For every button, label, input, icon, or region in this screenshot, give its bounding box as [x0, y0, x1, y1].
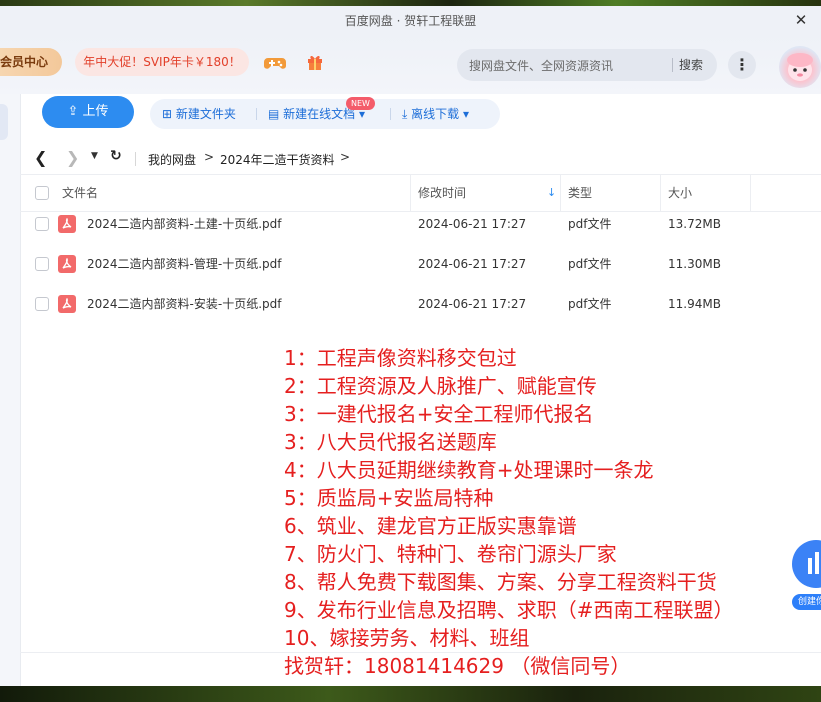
avatar[interactable]: [779, 46, 821, 88]
toolbar-divider: [256, 108, 257, 120]
overlay-line: 6、筑业、建龙官方正版实惠靠谱: [284, 514, 577, 538]
offline-download-button[interactable]: ⤓ 离线下载 ▾: [402, 99, 469, 129]
refresh-icon[interactable]: ↻: [110, 148, 122, 164]
row-checkbox[interactable]: [35, 297, 49, 311]
file-type: pdf文件: [568, 217, 612, 231]
vip-center-button[interactable]: 会员中心: [0, 48, 63, 76]
pdf-file-icon: [58, 255, 76, 273]
overlay-line: 7、防火门、特种门、卷帘门源头厂家: [284, 542, 617, 566]
breadcrumb-root[interactable]: 我的网盘: [148, 151, 196, 168]
pdf-file-icon: [58, 295, 76, 313]
upload-button[interactable]: ⇪ 上传: [42, 96, 134, 128]
pdf-file-icon: [58, 215, 76, 233]
chevron-down-icon: ▾: [459, 107, 469, 121]
top-header: 会员中心 年中大促！SVIP年卡￥180！ 搜索 ⋮: [0, 34, 821, 94]
overlay-line: 1：工程声像资料移交包过: [284, 346, 517, 370]
sidebar: [0, 94, 21, 686]
search-divider: [672, 58, 673, 72]
window-title: 百度网盘 · 贺轩工程联盟: [344, 13, 477, 28]
desktop-wallpaper-bottom: [0, 686, 821, 702]
new-folder-label: 新建文件夹: [175, 107, 236, 121]
select-all-checkbox[interactable]: [35, 186, 49, 200]
more-menu-icon[interactable]: ⋮: [728, 51, 756, 79]
file-size: 11.94MB: [668, 297, 721, 311]
breadcrumb-separator: >: [340, 150, 351, 164]
new-folder-button[interactable]: ⊞ 新建文件夹: [162, 99, 236, 129]
search-button[interactable]: 搜索: [679, 49, 703, 81]
search-input[interactable]: [467, 49, 671, 83]
file-modified: 2024-06-21 17:27: [418, 257, 527, 271]
new-online-doc-label: 新建在线文档: [283, 107, 356, 121]
row-checkbox[interactable]: [35, 257, 49, 271]
app-window: 百度网盘 · 贺轩工程联盟 ✕ 会员中心 年中大促！SVIP年卡￥180！ 搜索: [0, 6, 821, 686]
new-badge: NEW: [346, 97, 375, 110]
file-name[interactable]: 2024二造内部资料-管理-十页纸.pdf: [87, 244, 281, 284]
toolbar-divider: [390, 108, 391, 120]
file-name[interactable]: 2024二造内部资料-土建-十页纸.pdf: [87, 204, 281, 244]
overlay-line: 4：八大员延期继续教育+处理课时一条龙: [284, 458, 654, 482]
overlay-line: 3：八大员代报名送题库: [284, 430, 497, 454]
table-row[interactable]: 2024二造内部资料-安装-十页纸.pdf 2024-06-21 17:27 p…: [20, 284, 821, 324]
back-arrow-icon[interactable]: ❮: [34, 148, 47, 167]
overlay-line: 8、帮人免费下载图集、方案、分享工程资料干货: [284, 570, 717, 594]
search-box: 搜索: [457, 49, 717, 83]
navigation-row: ❮ ❯ ▼ ↻ 我的网盘 > 2024年二造干货资料 >: [0, 144, 821, 174]
document-plus-icon: ▤: [268, 107, 284, 121]
overlay-line: 9、发布行业信息及招聘、求职（#西南工程联盟）: [284, 598, 734, 622]
overlay-line: 2：工程资源及人脉推广、赋能宣传: [284, 374, 597, 398]
overlay-line: 找贺轩：18081414629 （微信同号）: [284, 654, 631, 678]
folder-plus-icon: ⊞: [162, 107, 176, 121]
row-checkbox[interactable]: [35, 217, 49, 231]
table-row[interactable]: 2024二造内部资料-管理-十页纸.pdf 2024-06-21 17:27 p…: [20, 244, 821, 284]
floating-create-widget[interactable]: 创建你: [790, 536, 821, 616]
overlay-line: 10、嫁接劳务、材料、班组: [284, 626, 530, 650]
file-type: pdf文件: [568, 297, 612, 311]
breadcrumb-separator: >: [204, 150, 215, 164]
forward-arrow-icon[interactable]: ❯: [66, 148, 79, 167]
gamepad-icon[interactable]: [264, 54, 286, 72]
file-type: pdf文件: [568, 257, 612, 271]
sidebar-active-item[interactable]: [0, 104, 8, 140]
toolbar-group: ⊞ 新建文件夹 ▤ 新建在线文档 ▾ ⤓ 离线下载 ▾: [150, 99, 500, 129]
history-dropdown-icon[interactable]: ▼: [91, 151, 98, 161]
file-size: 13.72MB: [668, 217, 721, 231]
upload-label: 上传: [82, 104, 109, 119]
overlay-line: 3：一建代报名+安全工程师代报名: [284, 402, 594, 426]
promo-banner[interactable]: 年中大促！SVIP年卡￥180！: [75, 48, 249, 76]
table-row[interactable]: 2024二造内部资料-土建-十页纸.pdf 2024-06-21 17:27 p…: [20, 204, 821, 244]
breadcrumb-folder[interactable]: 2024年二造干货资料: [220, 151, 335, 168]
file-name[interactable]: 2024二造内部资料-安装-十页纸.pdf: [87, 284, 281, 324]
gift-icon[interactable]: [306, 53, 324, 71]
upload-icon: ⇪: [67, 104, 83, 119]
title-bar: 百度网盘 · 贺轩工程联盟 ✕: [0, 6, 821, 34]
file-modified: 2024-06-21 17:27: [418, 217, 527, 231]
download-icon: ⤓: [402, 107, 412, 121]
file-size: 11.30MB: [668, 257, 721, 271]
overlay-line: 5：质监局+安监局特种: [284, 486, 494, 510]
nav-divider: [135, 152, 136, 166]
file-modified: 2024-06-21 17:27: [418, 297, 527, 311]
close-icon[interactable]: ✕: [793, 12, 809, 28]
offline-download-label: 离线下载: [411, 107, 460, 121]
create-widget-label: 创建你: [792, 594, 821, 610]
